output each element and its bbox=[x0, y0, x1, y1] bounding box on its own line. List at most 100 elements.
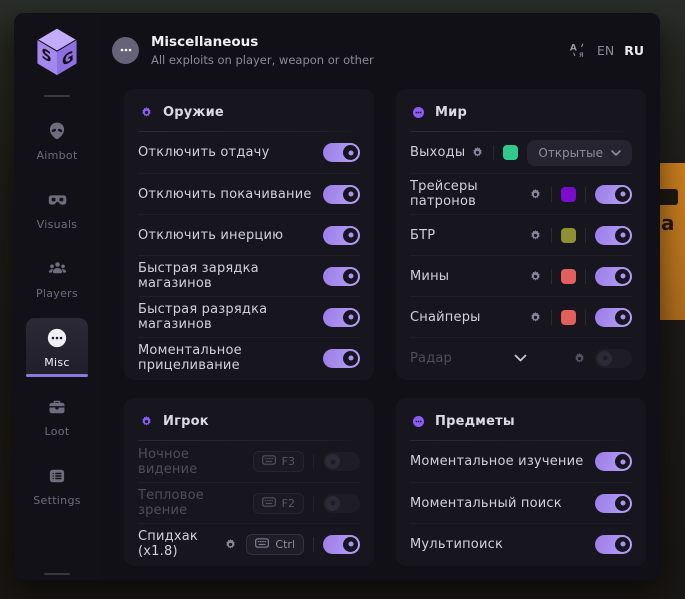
separator bbox=[551, 228, 552, 243]
toggle-snipers[interactable] bbox=[595, 308, 632, 327]
sidebar-item-visuals[interactable]: Visuals bbox=[26, 180, 88, 239]
list-icon bbox=[47, 465, 67, 487]
sidebar-item-loot[interactable]: Loot bbox=[26, 387, 88, 446]
toggle-thermal-vision[interactable] bbox=[323, 494, 360, 513]
row-mines: Мины bbox=[410, 255, 632, 296]
color-swatch[interactable] bbox=[561, 310, 576, 325]
row-fast-unload: Быстрая разрядка магазинов bbox=[138, 296, 360, 337]
gear-icon[interactable] bbox=[529, 311, 542, 324]
row-label: Трейсеры патронов bbox=[410, 179, 529, 209]
sidebar-item-misc[interactable]: Misc bbox=[26, 318, 88, 377]
separator bbox=[551, 310, 552, 325]
toggle-knob bbox=[343, 228, 358, 243]
color-swatch[interactable] bbox=[561, 228, 576, 243]
lang-ru-button[interactable]: RU bbox=[624, 43, 644, 58]
keyboard-icon bbox=[262, 455, 276, 468]
toggle-knob bbox=[343, 310, 358, 325]
toggle-fast-unload[interactable] bbox=[323, 308, 360, 327]
briefcase-icon bbox=[47, 396, 67, 418]
toggle-knob bbox=[615, 537, 630, 552]
toggle-multi-search[interactable] bbox=[595, 535, 632, 554]
row-controls: Открытые bbox=[471, 140, 632, 166]
row-controls bbox=[323, 267, 360, 286]
toggle-fast-load[interactable] bbox=[323, 267, 360, 286]
toggle-knob bbox=[343, 351, 358, 366]
row-no-sway: Отключить покачивание bbox=[138, 173, 360, 214]
row-controls bbox=[529, 226, 632, 245]
page-subtitle: All exploits on player, weapon or other bbox=[151, 53, 374, 67]
row-controls bbox=[529, 267, 632, 286]
page-ellipsis-icon bbox=[112, 37, 139, 64]
gear-icon[interactable] bbox=[529, 270, 542, 283]
row-controls: Ctrl bbox=[224, 534, 360, 555]
toggle-btr[interactable] bbox=[595, 226, 632, 245]
row-label: Моментальный поиск bbox=[410, 496, 562, 511]
row-btr: БТР bbox=[410, 214, 632, 255]
toggle-speedhack[interactable] bbox=[323, 535, 360, 554]
row-instant-ads: Моментальное прицеливание bbox=[138, 337, 360, 378]
row-controls bbox=[573, 349, 632, 368]
row-label: Моментальное изучение bbox=[410, 454, 583, 469]
color-swatch[interactable] bbox=[503, 145, 518, 160]
row-snipers: Снайперы bbox=[410, 296, 632, 337]
page-titles: Miscellaneous All exploits on player, we… bbox=[151, 34, 374, 67]
column-left: ОружиеОтключить отдачуОтключить покачива… bbox=[124, 89, 374, 580]
row-no-recoil: Отключить отдачу bbox=[138, 132, 360, 173]
sidebar-item-label: Players bbox=[36, 287, 78, 300]
main-area: Miscellaneous All exploits on player, we… bbox=[100, 13, 660, 580]
color-swatch[interactable] bbox=[561, 187, 576, 202]
row-label: Быстрая разрядка магазинов bbox=[138, 302, 323, 332]
toggle-instant-examine[interactable] bbox=[595, 452, 632, 471]
keybind-badge[interactable]: Ctrl bbox=[246, 534, 304, 555]
section-world: МирВыходыОткрытыеТрейсеры патроновБТРМин… bbox=[396, 89, 646, 380]
gear-icon[interactable] bbox=[471, 146, 484, 159]
sidebar: S G AimbotVisualsPlayersMiscLootSettings bbox=[14, 13, 100, 580]
toggle-mines[interactable] bbox=[595, 267, 632, 286]
sidebar-item-aimbot[interactable]: Aimbot bbox=[26, 111, 88, 170]
row-controls bbox=[323, 349, 360, 368]
toggle-instant-search[interactable] bbox=[595, 494, 632, 513]
toggle-no-recoil[interactable] bbox=[323, 143, 360, 162]
gear-icon[interactable] bbox=[529, 188, 542, 201]
gear-icon[interactable] bbox=[573, 352, 586, 365]
sidebar-divider bbox=[44, 95, 70, 97]
row-controls bbox=[595, 494, 632, 513]
toggle-knob bbox=[343, 187, 358, 202]
row-label: БТР bbox=[410, 228, 435, 243]
gear-icon[interactable] bbox=[529, 229, 542, 242]
toggle-knob bbox=[343, 537, 358, 552]
column-right: МирВыходыОткрытыеТрейсеры патроновБТРМин… bbox=[396, 89, 646, 580]
toggle-bullet-tracers[interactable] bbox=[595, 185, 632, 204]
row-controls bbox=[323, 226, 360, 245]
row-label: Отключить инерцию bbox=[138, 228, 283, 243]
expand-chevron-icon[interactable] bbox=[514, 354, 527, 362]
sidebar-item-players[interactable]: Players bbox=[26, 249, 88, 308]
toggle-radar[interactable] bbox=[595, 349, 632, 368]
row-exits: Выходы Открытые bbox=[410, 132, 632, 173]
translate-icon: A я bbox=[569, 42, 587, 59]
gear-icon[interactable] bbox=[224, 538, 237, 551]
row-label: Моментальное прицеливание bbox=[138, 343, 323, 373]
separator bbox=[585, 228, 586, 243]
row-instant-examine: Моментальное изучение bbox=[410, 441, 632, 482]
toggle-no-inertia[interactable] bbox=[323, 226, 360, 245]
toggle-knob bbox=[343, 269, 358, 284]
globe-icon bbox=[412, 106, 425, 119]
toggle-no-sway[interactable] bbox=[323, 185, 360, 204]
toggle-night-vision[interactable] bbox=[323, 452, 360, 471]
sidebar-item-settings[interactable]: Settings bbox=[26, 456, 88, 515]
lang-en-button[interactable]: EN bbox=[597, 43, 614, 58]
section-title: Предметы bbox=[435, 414, 515, 429]
toggle-knob bbox=[615, 310, 630, 325]
row-no-inertia: Отключить инерцию bbox=[138, 214, 360, 255]
keybind-badge[interactable]: F2 bbox=[253, 493, 304, 514]
row-label: Выходы bbox=[410, 145, 465, 160]
toggle-instant-ads[interactable] bbox=[323, 349, 360, 368]
dropdown-exits[interactable]: Открытые bbox=[527, 140, 632, 166]
alien-icon bbox=[47, 120, 67, 142]
section-title: Игрок bbox=[163, 414, 209, 429]
toggle-knob bbox=[615, 454, 630, 469]
keybind-badge[interactable]: F3 bbox=[253, 451, 304, 472]
row-label: Отключить отдачу bbox=[138, 145, 269, 160]
color-swatch[interactable] bbox=[561, 269, 576, 284]
